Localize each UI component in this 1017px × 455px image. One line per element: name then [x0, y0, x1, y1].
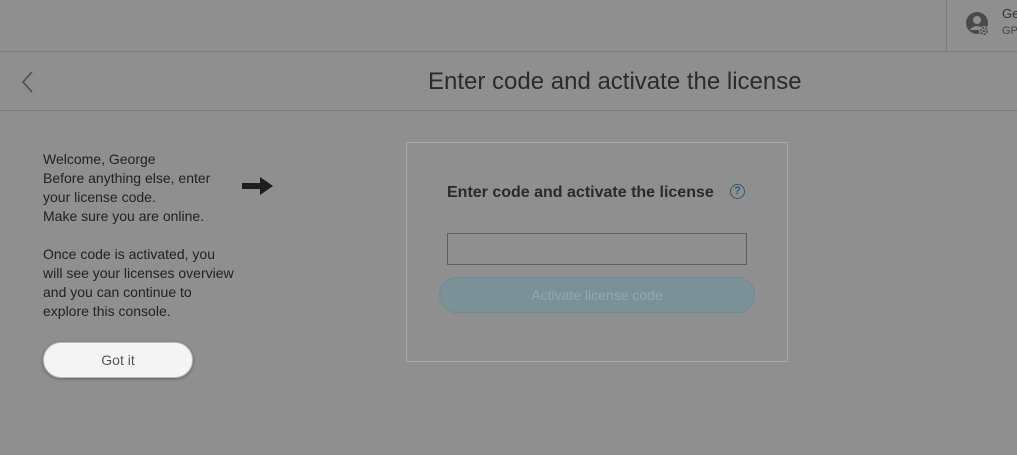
- tip-line: Welcome, George: [43, 151, 156, 167]
- activation-card: Enter code and activate the license ? Ac…: [406, 142, 788, 362]
- user-org: GPS: [1002, 25, 1017, 37]
- onboarding-tip: Welcome, George Before anything else, en…: [43, 150, 263, 321]
- license-code-input[interactable]: [447, 233, 747, 265]
- arrow-right-icon: [242, 177, 273, 195]
- user-settings-icon: [966, 12, 989, 36]
- user-menu[interactable]: George GPS: [946, 0, 1017, 51]
- tip-line: Once code is activated, you: [43, 246, 215, 262]
- help-icon[interactable]: ?: [730, 184, 745, 199]
- top-bar: George GPS: [0, 0, 1017, 52]
- tip-line: explore this console.: [43, 303, 171, 319]
- activate-license-button[interactable]: Activate license code: [439, 277, 755, 313]
- tip-line: Make sure you are online.: [43, 208, 205, 224]
- card-title: Enter code and activate the license: [447, 184, 714, 201]
- chevron-left-icon[interactable]: [17, 69, 39, 95]
- page-title: Enter code and activate the license: [428, 68, 802, 95]
- got-it-button[interactable]: Got it: [43, 342, 193, 378]
- tip-line: your license code.: [43, 189, 156, 205]
- tip-line: and you can continue to: [43, 284, 192, 300]
- tip-line: Before anything else, enter: [43, 170, 211, 186]
- tip-line: will see your licenses overview: [43, 265, 234, 281]
- title-bar: Enter code and activate the license: [0, 52, 1017, 111]
- user-name: George: [1002, 6, 1017, 21]
